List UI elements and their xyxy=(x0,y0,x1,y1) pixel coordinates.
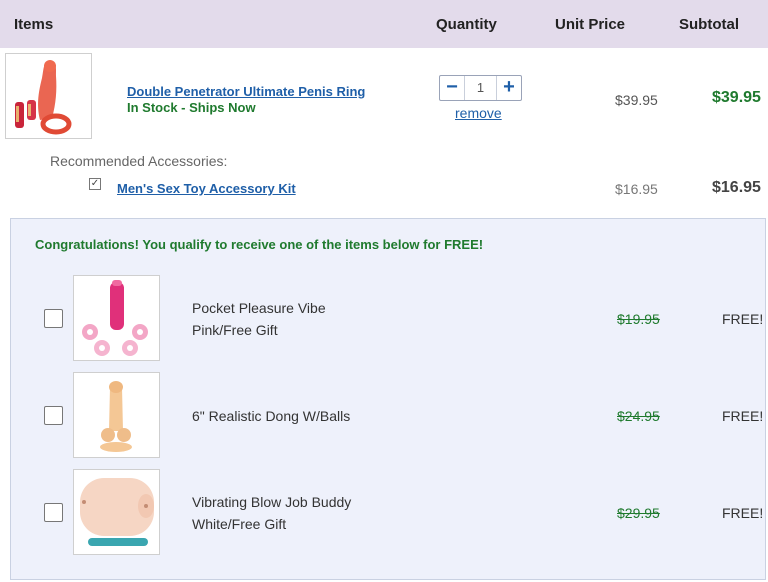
gift-image xyxy=(73,469,160,555)
gift-original-price: $24.95 xyxy=(617,408,660,424)
realistic-dong-image xyxy=(100,381,132,452)
header-subtotal: Subtotal xyxy=(679,16,739,33)
pocket-vibe-image xyxy=(82,280,148,356)
header-quantity: Quantity xyxy=(436,16,497,33)
product-image[interactable] xyxy=(5,53,92,139)
quantity-stepper: − 1 + xyxy=(439,75,522,101)
gift-image xyxy=(73,372,160,458)
gift-price: FREE! xyxy=(722,311,764,327)
increase-quantity-button[interactable]: + xyxy=(497,76,521,100)
decrease-quantity-button[interactable]: − xyxy=(440,76,464,100)
product-link[interactable]: Double Penetrator Ultimate Penis Ring xyxy=(127,84,365,99)
recommended-subtotal: $16.95 xyxy=(712,179,761,196)
free-gift-panel: Congratulations! You qualify to receive … xyxy=(10,218,766,580)
cart-header: Items Quantity Unit Price Subtotal xyxy=(0,0,768,48)
recommended-label: Recommended Accessories: xyxy=(50,153,228,169)
gift-name-line2: White/Free Gift xyxy=(192,516,287,532)
header-unit-price: Unit Price xyxy=(555,16,626,33)
recommended-item-link[interactable]: Men's Sex Toy Accessory Kit xyxy=(117,181,296,196)
recommended-unit-price: $16.95 xyxy=(615,181,658,197)
gift-price: FREE! xyxy=(722,408,764,424)
gift-row: Vibrating Blow Job Buddy White/Free Gift… xyxy=(11,469,767,557)
gift-checkbox[interactable] xyxy=(44,309,63,328)
blow-job-buddy-image xyxy=(80,478,154,546)
gift-name-line1: 6" Realistic Dong W/Balls xyxy=(192,408,351,424)
remove-link[interactable]: remove xyxy=(455,105,502,121)
recommended-checkbox[interactable]: ✓ xyxy=(89,178,101,190)
promo-title: Congratulations! You qualify to receive … xyxy=(35,237,484,252)
gift-checkbox[interactable] xyxy=(44,406,63,425)
gift-original-price: $29.95 xyxy=(617,505,660,521)
header-items: Items xyxy=(14,16,54,33)
unit-price: $39.95 xyxy=(615,92,658,108)
item-subtotal: $39.95 xyxy=(712,89,761,106)
gift-price: FREE! xyxy=(722,505,764,521)
stock-status: In Stock - Ships Now xyxy=(127,100,256,115)
gift-name-line2: Pink/Free Gift xyxy=(192,322,278,338)
gift-row: Pocket Pleasure Vibe Pink/Free Gift $19.… xyxy=(11,275,767,363)
gift-name-line1: Pocket Pleasure Vibe xyxy=(192,300,326,316)
penis-ring-image xyxy=(15,60,72,135)
gift-original-price: $19.95 xyxy=(617,311,660,327)
quantity-input[interactable]: 1 xyxy=(464,76,497,100)
gift-name-line1: Vibrating Blow Job Buddy xyxy=(192,494,352,510)
gift-image xyxy=(73,275,160,361)
gift-checkbox[interactable] xyxy=(44,503,63,522)
gift-row: 6" Realistic Dong W/Balls $24.95 FREE! xyxy=(11,372,767,460)
